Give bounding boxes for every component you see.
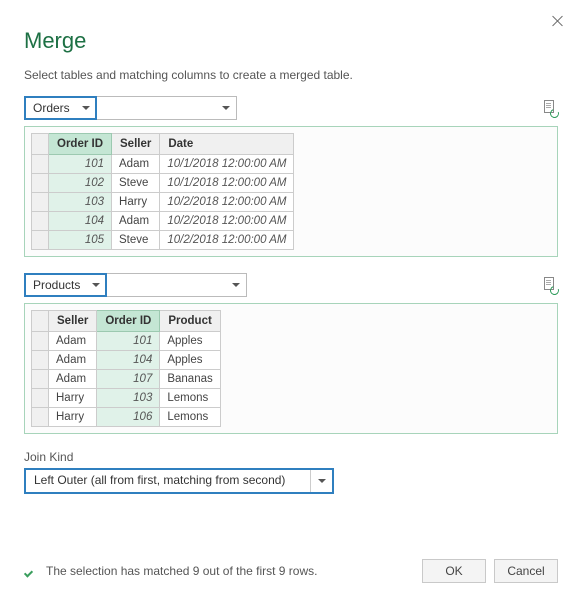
table2-col-product[interactable]: Product <box>160 311 220 332</box>
table1-col-date[interactable]: Date <box>160 134 294 155</box>
table2-column-dropdown[interactable] <box>107 273 247 297</box>
table2-preview: Seller Order ID Product Adam 101 Apples … <box>24 303 558 434</box>
table-row[interactable]: Adam 107 Bananas <box>32 370 221 389</box>
table-row[interactable]: 102 Steve 10/1/2018 12:00:00 AM <box>32 174 294 193</box>
match-status: The selection has matched 9 out of the f… <box>46 564 317 578</box>
table1-col-seller[interactable]: Seller <box>112 134 160 155</box>
close-icon[interactable] <box>552 14 564 26</box>
table1-dropdown[interactable]: Orders <box>24 96 97 120</box>
table2-col-seller[interactable]: Seller <box>49 311 97 332</box>
table-row[interactable]: 101 Adam 10/1/2018 12:00:00 AM <box>32 155 294 174</box>
chevron-down-icon <box>226 274 246 296</box>
table-row[interactable]: Harry 106 Lemons <box>32 408 221 427</box>
join-kind-label: Join Kind <box>24 450 558 464</box>
table1-column-dropdown[interactable] <box>97 96 237 120</box>
table1-section: Orders Order ID Seller Date <box>24 96 558 257</box>
table2-section: Products Seller Order ID Product <box>24 273 558 434</box>
check-icon <box>24 564 38 578</box>
chevron-down-icon <box>310 470 332 492</box>
dialog-footer: The selection has matched 9 out of the f… <box>24 559 558 583</box>
table2-dropdown-value: Products <box>26 278 87 292</box>
refresh-table2-icon[interactable] <box>542 276 558 294</box>
chevron-down-icon <box>87 275 105 295</box>
chevron-down-icon <box>216 97 236 119</box>
table2-col-orderid[interactable]: Order ID <box>97 311 160 332</box>
table-row[interactable]: Adam 101 Apples <box>32 332 221 351</box>
ok-button[interactable]: OK <box>422 559 486 583</box>
table2-grid: Seller Order ID Product Adam 101 Apples … <box>31 310 221 427</box>
table-row[interactable]: Adam 104 Apples <box>32 351 221 370</box>
table-row[interactable]: 103 Harry 10/2/2018 12:00:00 AM <box>32 193 294 212</box>
join-kind-value: Left Outer (all from first, matching fro… <box>26 470 310 492</box>
table1-dropdown-value: Orders <box>26 101 77 115</box>
table-row[interactable]: Harry 103 Lemons <box>32 389 221 408</box>
join-kind-dropdown[interactable]: Left Outer (all from first, matching fro… <box>24 468 334 494</box>
table-row[interactable]: 104 Adam 10/2/2018 12:00:00 AM <box>32 212 294 231</box>
dialog-instruction: Select tables and matching columns to cr… <box>24 68 558 82</box>
table-row[interactable]: 105 Steve 10/2/2018 12:00:00 AM <box>32 231 294 250</box>
refresh-table1-icon[interactable] <box>542 99 558 117</box>
table1-col-orderid[interactable]: Order ID <box>49 134 112 155</box>
table1-grid: Order ID Seller Date 101 Adam 10/1/2018 … <box>31 133 294 250</box>
cancel-button[interactable]: Cancel <box>494 559 558 583</box>
table2-dropdown[interactable]: Products <box>24 273 107 297</box>
table1-preview: Order ID Seller Date 101 Adam 10/1/2018 … <box>24 126 558 257</box>
dialog-title: Merge <box>24 28 558 54</box>
chevron-down-icon <box>77 98 95 118</box>
